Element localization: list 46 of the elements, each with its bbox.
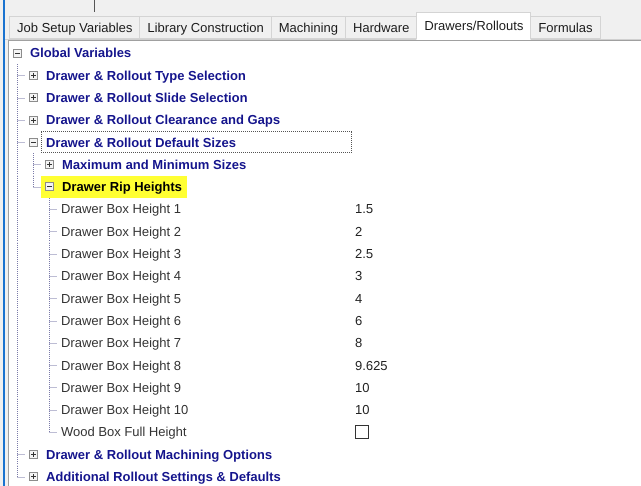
- property-label: Drawer Box Height 8: [60, 356, 182, 375]
- property-label: Drawer Box Height 9: [60, 378, 182, 397]
- tab[interactable]: Formulas: [530, 16, 601, 39]
- property-label: Drawer Box Height 10: [60, 401, 190, 420]
- property-label: Drawer Box Height 1: [60, 200, 182, 218]
- property-value[interactable]: 2.5: [355, 244, 374, 264]
- property-value[interactable]: 2: [355, 222, 362, 242]
- property-label: Drawer Box Height 5: [60, 290, 182, 308]
- tree-group-label[interactable]: Drawer & Rollout Machining Options: [41, 443, 278, 466]
- tab[interactable]: Library Construction: [139, 16, 272, 39]
- tree-group-label[interactable]: Maximum and Minimum Sizes: [57, 153, 252, 176]
- property-label: Drawer Box Height 7: [60, 334, 182, 352]
- tab[interactable]: Job Setup Variables: [9, 16, 140, 39]
- tab[interactable]: Machining: [270, 16, 346, 39]
- tree-group-label[interactable]: Drawer & Rollout Slide Selection: [41, 86, 253, 109]
- property-value[interactable]: 9.625: [355, 356, 388, 376]
- tree-group-label[interactable]: Additional Rollout Settings & Defaults: [41, 466, 286, 486]
- tree-group-label[interactable]: Drawer Rip Heights: [57, 176, 187, 198]
- property-label: Drawer Box Height 6: [60, 312, 182, 330]
- property-label: Wood Box Full Height: [60, 423, 188, 442]
- expand-icon[interactable]: [44, 160, 54, 170]
- property-value[interactable]: 10: [355, 378, 370, 398]
- expand-icon[interactable]: [28, 70, 38, 80]
- checkbox[interactable]: [355, 425, 369, 440]
- property-label: Drawer Box Height 2: [60, 222, 182, 241]
- tab[interactable]: Drawers/Rollouts: [416, 12, 532, 40]
- property-label: Drawer Box Height 4: [60, 267, 182, 286]
- property-value[interactable]: 4: [355, 288, 362, 308]
- property-value[interactable]: 1.5: [355, 199, 374, 219]
- collapse-icon[interactable]: [28, 138, 38, 147]
- property-value[interactable]: 3: [355, 266, 362, 286]
- tab[interactable]: Hardware: [344, 16, 418, 39]
- tree-group-label[interactable]: Drawer & Rollout Default Sizes: [41, 131, 352, 154]
- property-value[interactable]: 10: [355, 400, 370, 420]
- expand-icon[interactable]: [28, 472, 38, 482]
- expand-icon[interactable]: [28, 450, 38, 459]
- property-label: Drawer Box Height 3: [60, 245, 182, 264]
- collapse-icon[interactable]: [44, 182, 54, 192]
- expand-icon[interactable]: [28, 93, 38, 102]
- tree-group-label[interactable]: Drawer & Rollout Type Selection: [41, 64, 251, 87]
- expand-icon[interactable]: [28, 116, 38, 125]
- collapse-icon[interactable]: [12, 48, 22, 58]
- tree-group-label[interactable]: Global Variables: [25, 42, 136, 64]
- property-value[interactable]: 6: [355, 310, 362, 330]
- property-value[interactable]: 8: [355, 333, 362, 353]
- tree-group-label[interactable]: Drawer & Rollout Clearance and Gaps: [41, 108, 286, 132]
